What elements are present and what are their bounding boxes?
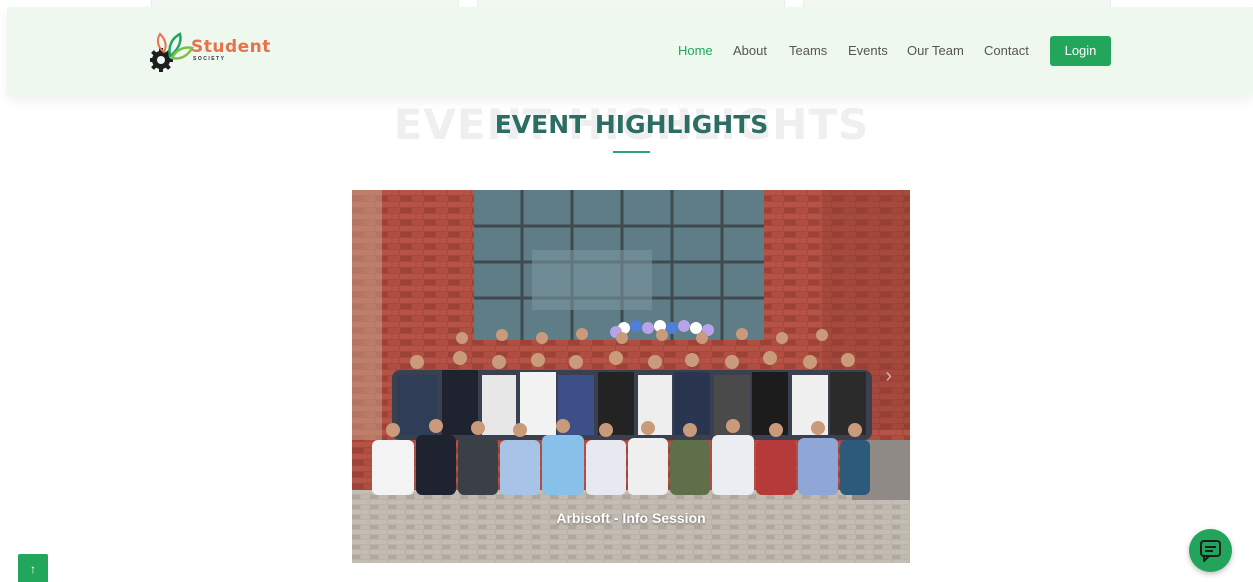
chat-icon [1200,540,1221,562]
arrow-up-icon: ↑ [30,562,36,576]
logo-icon [150,32,194,72]
login-button[interactable]: Login [1050,36,1111,66]
nav-contact[interactable]: Contact [984,43,1029,59]
brand-tagline: SOCIETY [193,56,226,62]
nav-about[interactable]: About [733,43,767,59]
carousel-caption: Arbisoft - Info Session [556,510,706,526]
chevron-right-icon[interactable]: › [885,365,892,388]
section-title: EVENT HIGHLIGHTS [494,110,769,139]
brand-name: Student [191,37,271,57]
back-to-top-button[interactable]: ↑ [18,554,48,582]
nav-our-team[interactable]: Our Team [907,43,964,59]
chat-button[interactable] [1189,529,1232,572]
nav-home[interactable]: Home [678,43,713,59]
nav-events[interactable]: Events [848,43,888,59]
nav-teams[interactable]: Teams [789,43,827,59]
title-underline [613,151,650,153]
event-carousel[interactable]: Arbisoft - Info Session › [352,190,910,563]
event-photo [352,190,910,563]
